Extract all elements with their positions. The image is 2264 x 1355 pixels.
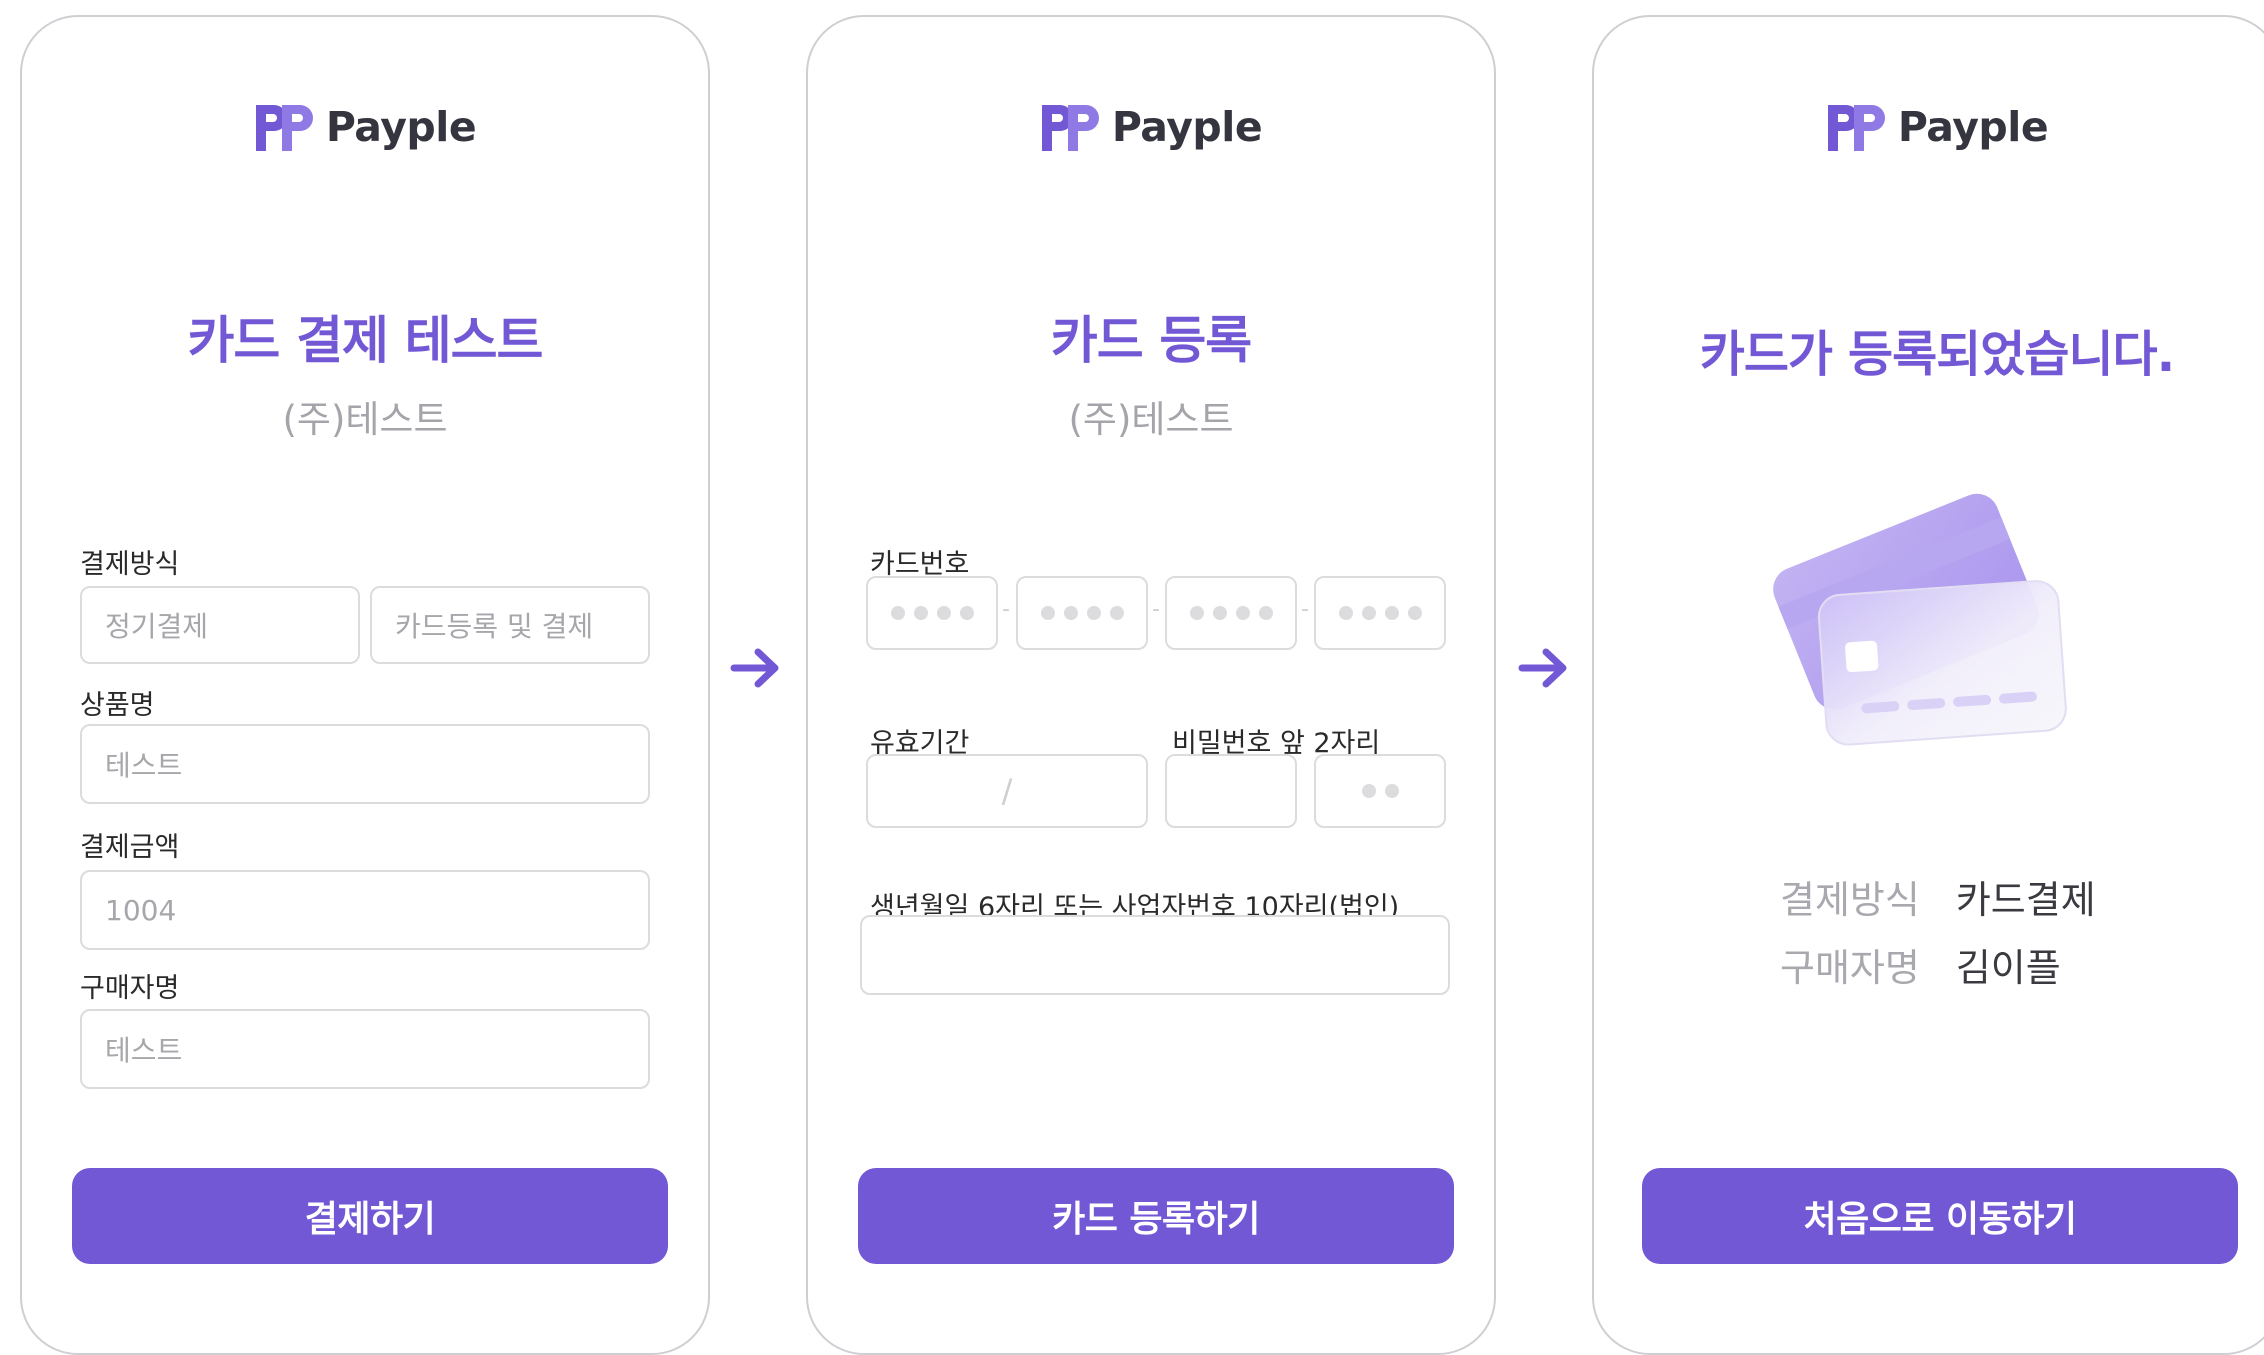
credit-card-illustration-icon xyxy=(1773,493,2067,746)
arrow-right-icon xyxy=(730,648,779,688)
method-option-register-and-pay[interactable]: 카드등록 및 결제 xyxy=(370,586,650,664)
payple-logo-icon xyxy=(1041,105,1099,151)
expiry-separator: / xyxy=(1001,772,1013,810)
buyer-input[interactable]: 테스트 xyxy=(80,1009,650,1089)
buyer-label: 구매자명 xyxy=(80,973,180,1004)
expiry-input[interactable]: / xyxy=(866,754,1148,828)
brand-logo: Payple xyxy=(808,101,1494,153)
summary-buyer-row: 구매자명 김이플 xyxy=(1780,937,2061,992)
arrow-right-icon xyxy=(1518,648,1567,688)
company-name: (주)테스트 xyxy=(282,398,448,441)
card-number-separator: - xyxy=(1002,597,1010,622)
brand-logo: Payple xyxy=(1594,101,2264,153)
complete-screen: Payple 카드가 등록되었습니다. 결제방식 카드결제 구매자명 김이플 처… xyxy=(1592,15,2264,1355)
product-input[interactable]: 테스트 xyxy=(80,724,650,804)
method-option-regular[interactable]: 정기결제 xyxy=(80,586,360,664)
company-name: (주)테스트 xyxy=(1068,398,1234,441)
summary-buyer-key: 구매자명 xyxy=(1780,946,1920,990)
payple-logo-icon xyxy=(255,105,313,151)
card-register-screen: Payple 카드 등록 (주)테스트 카드번호 - - - 유효기간 비밀번호… xyxy=(806,15,1496,1355)
password-masked-digits xyxy=(1314,754,1446,828)
card-number-separator: - xyxy=(1152,597,1160,622)
amount-label: 결제금액 xyxy=(80,832,180,863)
card-number-input-3[interactable] xyxy=(1165,576,1297,650)
method-label: 결제방식 xyxy=(80,549,180,580)
brand-name: Payple xyxy=(1111,103,1263,151)
summary-buyer-value: 김이플 xyxy=(1955,946,2061,990)
payment-screen: Payple 카드 결제 테스트 (주)테스트 결제방식 정기결제 카드등록 및… xyxy=(20,15,710,1355)
page-title: 카드 결제 테스트 xyxy=(187,312,544,371)
page-title: 카드가 등록되었습니다. xyxy=(1699,326,2175,383)
card-number-separator: - xyxy=(1301,597,1309,622)
summary-method-value: 카드결제 xyxy=(1955,878,2096,922)
birth-or-business-number-input[interactable] xyxy=(860,915,1450,995)
card-number-input-2[interactable] xyxy=(1016,576,1148,650)
summary-method-key: 결제방식 xyxy=(1780,878,1920,922)
brand-name: Payple xyxy=(325,103,477,151)
brand-logo: Payple xyxy=(22,101,708,153)
pay-button[interactable]: 결제하기 xyxy=(72,1168,668,1264)
amount-input[interactable]: 1004 xyxy=(80,870,650,950)
brand-name: Payple xyxy=(1897,103,2049,151)
summary-method-row: 결제방식 카드결제 xyxy=(1780,869,2096,924)
card-number-input-4[interactable] xyxy=(1314,576,1446,650)
card-number-input-1[interactable] xyxy=(866,576,998,650)
payple-logo-icon xyxy=(1827,105,1885,151)
product-label: 상품명 xyxy=(80,690,155,721)
register-card-button[interactable]: 카드 등록하기 xyxy=(858,1168,1454,1264)
page-title: 카드 등록 xyxy=(1050,312,1252,371)
password-input[interactable] xyxy=(1165,754,1297,828)
go-home-button[interactable]: 처음으로 이동하기 xyxy=(1642,1168,2238,1264)
